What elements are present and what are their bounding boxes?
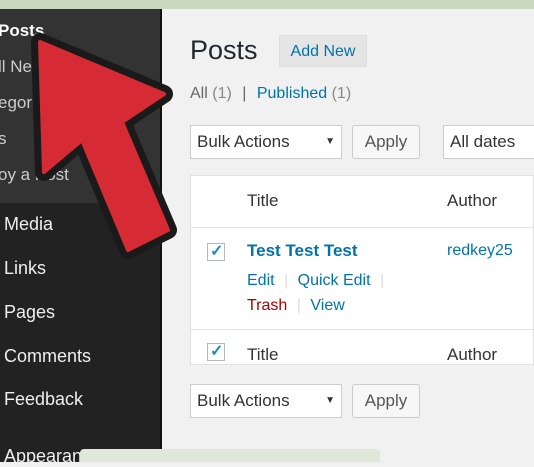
- quick-edit-link[interactable]: Quick Edit: [298, 272, 371, 289]
- top-strip: [0, 0, 534, 9]
- filter-published-count: (1): [331, 85, 352, 102]
- main-content: Posts Add New All (1) | Published (1) Bu…: [162, 9, 534, 462]
- sidebar-item-media[interactable]: Media: [4, 214, 53, 235]
- submenu-item-copy-post[interactable]: oy a Post: [0, 165, 69, 185]
- row-divider: [191, 329, 534, 330]
- trash-link[interactable]: Trash: [247, 297, 287, 314]
- sidebar-item-pages[interactable]: Pages: [4, 302, 55, 323]
- apply-button-bottom[interactable]: Apply: [352, 384, 420, 418]
- column-header-title[interactable]: Title: [247, 191, 279, 211]
- submenu-item-tags[interactable]: s: [0, 129, 7, 149]
- filter-published[interactable]: Published: [257, 85, 327, 102]
- dates-value: All dates: [450, 132, 516, 151]
- post-author-link[interactable]: redkey25: [447, 242, 513, 260]
- sidebar-item-feedback[interactable]: Feedback: [4, 389, 83, 410]
- checkmark-icon: ✓: [210, 243, 224, 260]
- checkmark-icon: ✓: [210, 343, 224, 360]
- bulk-actions-value: Bulk Actions: [197, 132, 290, 151]
- caret-down-icon: ▼: [325, 136, 335, 147]
- column-header-author[interactable]: Author: [447, 191, 497, 211]
- bottom-strip: [80, 449, 380, 462]
- sidebar-item-links[interactable]: Links: [4, 258, 46, 279]
- bulk-actions-select-top[interactable]: Bulk Actions ▼: [190, 125, 342, 159]
- separator: |: [296, 297, 301, 314]
- add-new-button[interactable]: Add New: [279, 35, 367, 67]
- filter-all[interactable]: All: [190, 85, 208, 102]
- row-checkbox[interactable]: ✓: [207, 243, 225, 261]
- caret-down-icon: ▼: [325, 395, 335, 406]
- view-link[interactable]: View: [310, 297, 344, 314]
- submenu-item-add-new[interactable]: ll New: [0, 57, 44, 77]
- status-filters: All (1) | Published (1): [190, 85, 351, 103]
- filter-all-count: (1): [212, 85, 232, 102]
- edit-link[interactable]: Edit: [247, 272, 275, 289]
- row-divider: [191, 227, 534, 228]
- footer-header-title[interactable]: Title: [247, 345, 279, 365]
- apply-button-top[interactable]: Apply: [352, 125, 420, 159]
- page-title: Posts: [190, 35, 258, 65]
- bulk-actions-value: Bulk Actions: [197, 391, 290, 410]
- posts-table: Title Author ✓ Test Test Test redkey25 E…: [190, 175, 534, 365]
- separator: |: [380, 272, 385, 289]
- row-actions: Edit | Quick Edit |: [247, 272, 389, 290]
- row-actions-line2: Trash | View: [247, 297, 345, 315]
- admin-sidebar: Posts ll New egories s oy a Post Media L…: [0, 9, 162, 466]
- submenu-item-categories[interactable]: egories: [0, 93, 54, 113]
- footer-header-author[interactable]: Author: [447, 345, 497, 365]
- post-title-link[interactable]: Test Test Test: [247, 241, 358, 261]
- bulk-actions-select-bottom[interactable]: Bulk Actions ▼: [190, 384, 342, 418]
- select-all-checkbox[interactable]: ✓: [207, 343, 225, 361]
- separator: |: [284, 272, 289, 289]
- sidebar-item-posts[interactable]: Posts: [0, 21, 44, 41]
- filter-separator: |: [242, 85, 247, 102]
- sidebar-item-comments[interactable]: Comments: [4, 346, 91, 367]
- posts-submenu: Posts ll New egories s oy a Post: [0, 9, 160, 203]
- dates-select[interactable]: All dates: [443, 125, 534, 159]
